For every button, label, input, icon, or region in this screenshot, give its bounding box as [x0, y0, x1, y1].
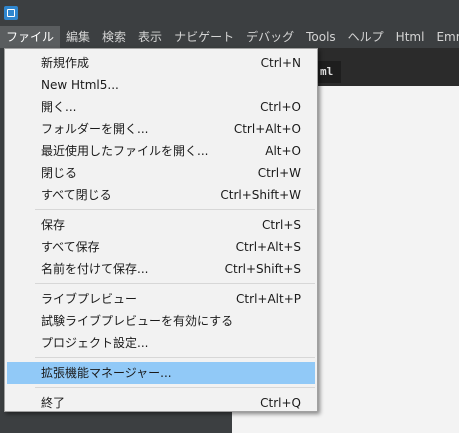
- menu-item-extension-manager[interactable]: 拡張機能マネージャー...: [7, 362, 315, 384]
- menu-item-shortcut: Ctrl+S: [261, 218, 301, 232]
- menu-item-label: プロジェクト設定...: [41, 336, 149, 350]
- menu-separator: [35, 387, 315, 388]
- menu-item-label: 最近使用したファイルを開く...: [41, 144, 209, 158]
- menu-item-shortcut: Ctrl+Alt+S: [235, 240, 301, 254]
- menu-view[interactable]: 表示: [132, 26, 168, 48]
- menu-item-new[interactable]: 新規作成 Ctrl+N: [7, 52, 315, 74]
- menu-item-label: すべて閉じる: [41, 188, 112, 202]
- menu-item-label: New Html5...: [41, 78, 119, 92]
- menu-item-shortcut: Ctrl+N: [260, 56, 301, 70]
- menu-item-open-recent[interactable]: 最近使用したファイルを開く... Alt+O: [7, 140, 315, 162]
- menu-item-save[interactable]: 保存 Ctrl+S: [7, 214, 315, 236]
- menu-item-label: すべて保存: [41, 240, 100, 254]
- menu-item-experimental-live-preview[interactable]: 試験ライブプレビューを有効にする: [7, 310, 315, 332]
- menu-help[interactable]: ヘルプ: [342, 26, 390, 48]
- menu-navigate[interactable]: ナビゲート: [168, 26, 240, 48]
- menu-item-label: 開く...: [41, 100, 77, 114]
- menu-item-label: 拡張機能マネージャー...: [41, 366, 172, 380]
- menu-item-live-preview[interactable]: ライブプレビュー Ctrl+Alt+P: [7, 288, 315, 310]
- menu-item-label: 新規作成: [41, 56, 90, 70]
- menu-item-shortcut: Ctrl+Shift+W: [220, 188, 301, 202]
- menu-item-project-settings[interactable]: プロジェクト設定...: [7, 332, 315, 354]
- menu-separator: [35, 357, 315, 358]
- menu-item-label: 名前を付けて保存...: [41, 262, 149, 276]
- menu-edit[interactable]: 編集: [60, 26, 96, 48]
- menu-item-close[interactable]: 閉じる Ctrl+W: [7, 162, 315, 184]
- menu-item-label: ライブプレビュー: [41, 292, 138, 306]
- menu-item-label: 保存: [41, 218, 66, 232]
- menu-item-label: 試験ライブプレビューを有効にする: [41, 314, 234, 328]
- menu-item-shortcut: Ctrl+Shift+S: [224, 262, 301, 276]
- menu-item-shortcut: Ctrl+Q: [260, 396, 301, 410]
- menu-emmet[interactable]: Emmet: [430, 26, 459, 48]
- menu-item-shortcut: Ctrl+O: [260, 100, 301, 114]
- menu-separator: [35, 283, 315, 284]
- menu-tools[interactable]: Tools: [300, 26, 342, 48]
- menu-find[interactable]: 検索: [96, 26, 132, 48]
- menu-html[interactable]: Html: [390, 26, 431, 48]
- menu-item-label: 終了: [41, 396, 66, 410]
- menu-item-save-all[interactable]: すべて保存 Ctrl+Alt+S: [7, 236, 315, 258]
- menu-item-shortcut: Ctrl+Alt+P: [236, 292, 301, 306]
- menu-item-save-as[interactable]: 名前を付けて保存... Ctrl+Shift+S: [7, 258, 315, 280]
- title-bar: [0, 0, 459, 26]
- menu-item-open[interactable]: 開く... Ctrl+O: [7, 96, 315, 118]
- menu-item-label: フォルダーを開く...: [41, 122, 149, 136]
- file-menu-dropdown: 新規作成 Ctrl+N New Html5... 開く... Ctrl+O フォ…: [4, 48, 318, 412]
- menu-item-quit[interactable]: 終了 Ctrl+Q: [7, 392, 315, 414]
- menu-item-open-folder[interactable]: フォルダーを開く... Ctrl+Alt+O: [7, 118, 315, 140]
- menu-item-label: 閉じる: [41, 166, 78, 180]
- menu-separator: [35, 209, 315, 210]
- menu-item-new-html5[interactable]: New Html5...: [7, 74, 315, 96]
- menu-bar: ファイル 編集 検索 表示 ナビゲート デバッグ Tools ヘルプ Html …: [0, 26, 459, 48]
- menu-item-shortcut: Ctrl+Alt+O: [233, 122, 301, 136]
- brackets-app-icon: [4, 6, 18, 20]
- app-window: ファイル 編集 検索 表示 ナビゲート デバッグ Tools ヘルプ Html …: [0, 0, 459, 433]
- menu-item-close-all[interactable]: すべて閉じる Ctrl+Shift+W: [7, 184, 315, 206]
- menu-debug[interactable]: デバッグ: [240, 26, 300, 48]
- menu-item-shortcut: Alt+O: [265, 144, 301, 158]
- menu-item-shortcut: Ctrl+W: [257, 166, 301, 180]
- menu-file[interactable]: ファイル: [0, 26, 61, 48]
